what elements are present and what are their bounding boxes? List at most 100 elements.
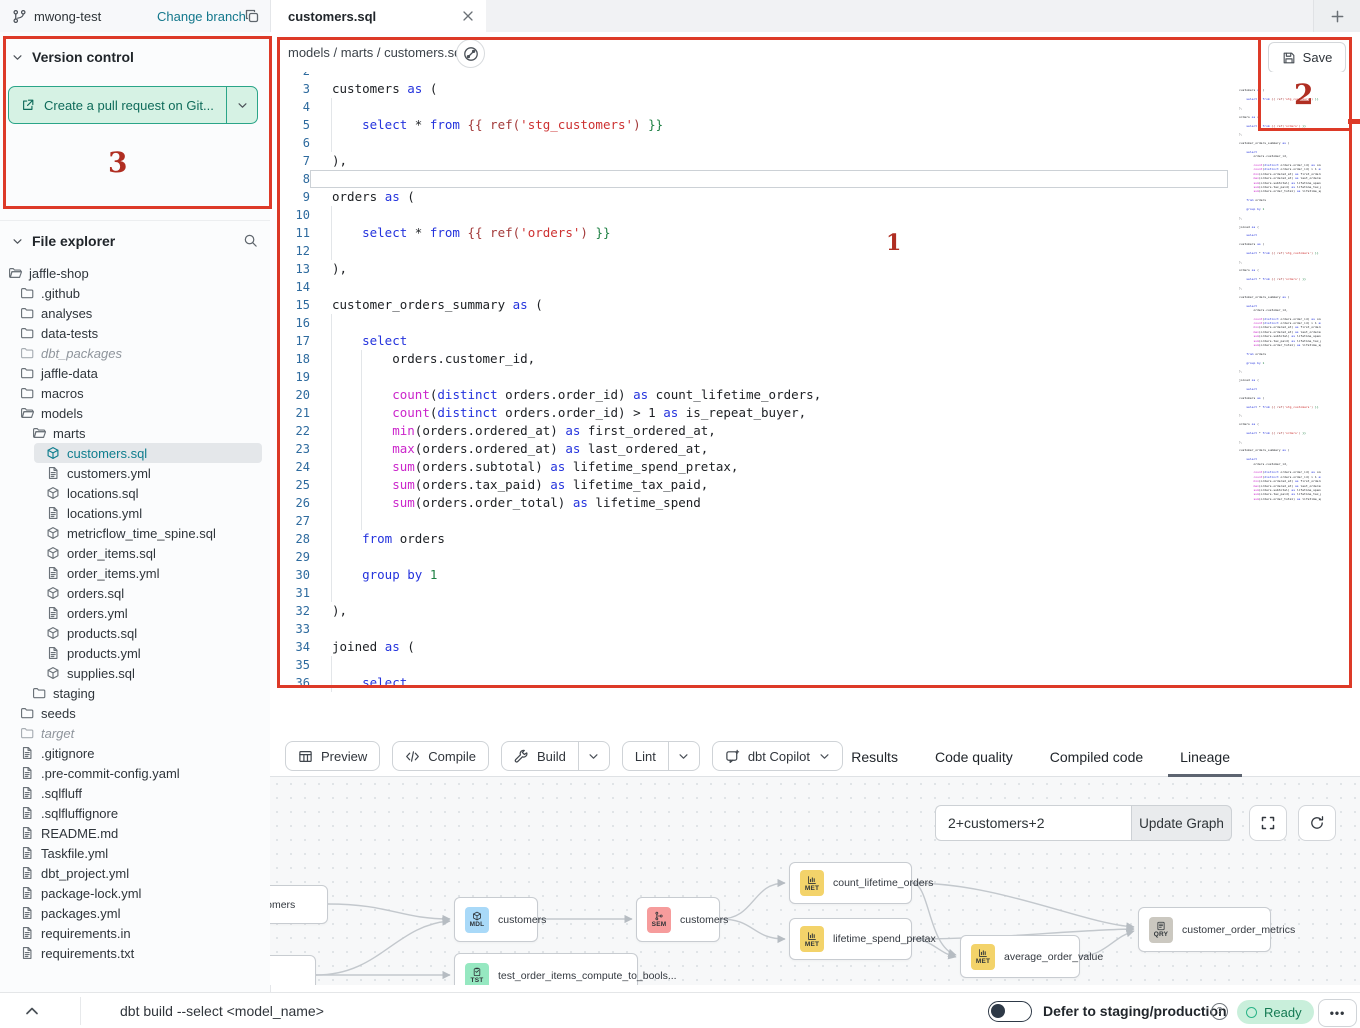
more-options-button[interactable]: ••• xyxy=(1318,999,1357,1027)
code-line[interactable]: 18 orders.customer_id, xyxy=(270,350,1360,368)
lineage-node[interactable]: METaverage_order_value xyxy=(960,935,1080,978)
code-line[interactable]: 22 min(orders.ordered_at) as first_order… xyxy=(270,422,1360,440)
file-tree-item[interactable]: jaffle-data xyxy=(0,363,270,383)
code-line[interactable]: 23 max(orders.ordered_at) as last_ordere… xyxy=(270,440,1360,458)
code-line[interactable]: 36 select xyxy=(270,674,1360,692)
file-tree-item[interactable]: locations.sql xyxy=(0,483,270,503)
file-tree-item[interactable]: README.md xyxy=(0,823,270,843)
pr-button-dropdown[interactable] xyxy=(227,87,257,123)
code-line[interactable]: 9orders as ( xyxy=(270,188,1360,206)
lineage-node[interactable]: orders xyxy=(270,955,316,985)
file-tree-item[interactable]: products.sql xyxy=(0,623,270,643)
lineage-node[interactable]: METcount_lifetime_orders xyxy=(789,862,912,904)
file-tree-item[interactable]: staging xyxy=(0,683,270,703)
code-line[interactable]: 34joined as ( xyxy=(270,638,1360,656)
code-editor[interactable]: 23customers as (45 select * from {{ ref(… xyxy=(270,72,1360,695)
code-line[interactable]: 16 xyxy=(270,314,1360,332)
command-hint[interactable]: dbt build --select <model_name> xyxy=(120,993,324,1028)
file-tree-item[interactable]: seeds xyxy=(0,703,270,723)
code-line[interactable]: 6 xyxy=(270,134,1360,152)
tab-results[interactable]: Results xyxy=(851,736,898,777)
code-line[interactable]: 19 xyxy=(270,368,1360,386)
file-tree-item[interactable]: requirements.txt xyxy=(0,943,270,963)
code-line[interactable]: 30 group by 1 xyxy=(270,566,1360,584)
file-tree-item[interactable]: products.yml xyxy=(0,643,270,663)
build-button[interactable]: Build xyxy=(501,741,610,771)
lineage-node[interactable]: MDLcustomers xyxy=(454,897,538,942)
version-control-header[interactable]: Version control xyxy=(0,44,270,70)
file-tree-item[interactable]: .sqlfluffignore xyxy=(0,803,270,823)
file-tree-item[interactable]: .github xyxy=(0,283,270,303)
lineage-node[interactable]: SEMcustomers xyxy=(636,897,720,942)
file-tree-item[interactable]: marts xyxy=(0,423,270,443)
code-line[interactable]: 8 xyxy=(270,170,1360,188)
code-line[interactable]: 14 xyxy=(270,278,1360,296)
code-line[interactable]: 13), xyxy=(270,260,1360,278)
lineage-node[interactable]: QRYcustomer_order_metrics xyxy=(1138,907,1271,952)
file-tree-item[interactable]: order_items.yml xyxy=(0,563,270,583)
dbt-copilot-button[interactable]: dbt Copilot xyxy=(712,741,843,771)
file-tree-item[interactable]: .sqlfluff xyxy=(0,783,270,803)
code-line[interactable]: 2 xyxy=(270,72,1360,80)
file-tree-item[interactable]: requirements.in xyxy=(0,923,270,943)
code-line[interactable]: 32), xyxy=(270,602,1360,620)
file-tree-item[interactable]: macros xyxy=(0,383,270,403)
file-tree-item[interactable]: dbt_project.yml xyxy=(0,863,270,883)
split-dropdown[interactable] xyxy=(668,742,699,770)
file-tree-item[interactable]: orders.yml xyxy=(0,603,270,623)
code-line[interactable]: 26 sum(orders.order_total) as lifetime_s… xyxy=(270,494,1360,512)
file-tree-item[interactable]: .gitignore xyxy=(0,743,270,763)
tab-lineage[interactable]: Lineage xyxy=(1180,736,1230,777)
branch-selector[interactable]: mwong-test xyxy=(12,0,101,32)
file-tree-item[interactable]: .pre-commit-config.yaml xyxy=(0,763,270,783)
new-tab-button[interactable] xyxy=(1313,0,1360,32)
file-tree-item[interactable]: models xyxy=(0,403,270,423)
code-line[interactable]: 33 xyxy=(270,620,1360,638)
copy-icon[interactable] xyxy=(244,8,260,24)
file-tree-item[interactable]: target xyxy=(0,723,270,743)
lineage-node[interactable]: TSTtest_order_items_compute_to_bools... xyxy=(454,953,638,985)
code-line[interactable]: 35 xyxy=(270,656,1360,674)
lineage-node[interactable]: METlifetime_spend_pretax xyxy=(789,918,912,960)
file-tree-item[interactable]: data-tests xyxy=(0,323,270,343)
code-line[interactable]: 29 xyxy=(270,548,1360,566)
file-tree-item[interactable]: orders.sql xyxy=(0,583,270,603)
file-explorer-header[interactable]: File explorer xyxy=(0,228,270,254)
update-graph-button[interactable]: Update Graph xyxy=(1131,805,1232,841)
code-line[interactable]: 31 xyxy=(270,584,1360,602)
code-line[interactable]: 12 xyxy=(270,242,1360,260)
file-tree-item[interactable]: packages.yml xyxy=(0,903,270,923)
chevron-up-icon[interactable] xyxy=(24,1003,40,1019)
minimap[interactable]: 23customers as (45 select * from {{ ref(… xyxy=(1235,84,1321,504)
code-line[interactable]: 7), xyxy=(270,152,1360,170)
copilot-assist-button[interactable] xyxy=(456,39,485,68)
file-tree-item[interactable]: jaffle-shop xyxy=(0,263,270,283)
fullscreen-button[interactable] xyxy=(1249,805,1287,841)
code-line[interactable]: 4 xyxy=(270,98,1360,116)
search-icon[interactable] xyxy=(243,233,258,248)
code-line[interactable]: 25 sum(orders.tax_paid) as lifetime_tax_… xyxy=(270,476,1360,494)
lint-button[interactable]: Lint xyxy=(622,741,700,771)
refresh-button[interactable] xyxy=(1298,805,1336,841)
lineage-selector-input[interactable] xyxy=(935,805,1131,841)
file-tree-item[interactable]: order_items.sql xyxy=(0,543,270,563)
defer-toggle[interactable] xyxy=(988,1001,1032,1022)
code-line[interactable]: 5 select * from {{ ref('stg_customers') … xyxy=(270,116,1360,134)
file-tree-item[interactable]: package-lock.yml xyxy=(0,883,270,903)
file-tree-item[interactable]: locations.yml xyxy=(0,503,270,523)
code-line[interactable]: 24 sum(orders.subtotal) as lifetime_spen… xyxy=(270,458,1360,476)
lineage-node[interactable]: stg_customers xyxy=(270,885,328,924)
code-line[interactable]: 20 count(distinct orders.order_id) as co… xyxy=(270,386,1360,404)
compile-button[interactable]: Compile xyxy=(392,741,489,771)
file-tree-item[interactable]: customers.sql xyxy=(0,443,270,463)
code-line[interactable]: 21 count(distinct orders.order_id) > 1 a… xyxy=(270,404,1360,422)
preview-button[interactable]: Preview xyxy=(285,741,380,771)
code-line[interactable]: 15customer_orders_summary as ( xyxy=(270,296,1360,314)
code-line[interactable]: 3customers as ( xyxy=(270,80,1360,98)
create-pull-request-button[interactable]: Create a pull request on Git... xyxy=(8,86,258,124)
file-tree-item[interactable]: dbt_packages xyxy=(0,343,270,363)
tab-code-quality[interactable]: Code quality xyxy=(935,736,1013,777)
file-tree-item[interactable]: supplies.sql xyxy=(0,663,270,683)
file-tree-item[interactable]: metricflow_time_spine.sql xyxy=(0,523,270,543)
code-line[interactable]: 17 select xyxy=(270,332,1360,350)
